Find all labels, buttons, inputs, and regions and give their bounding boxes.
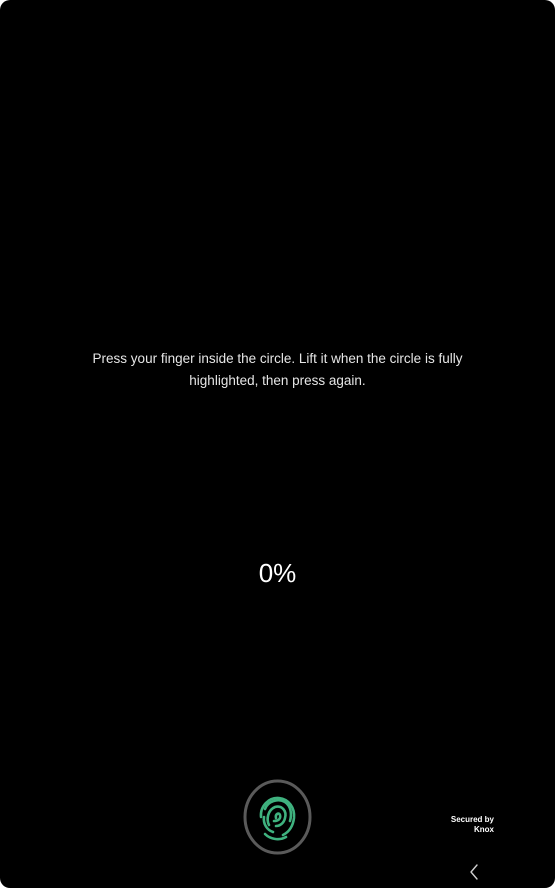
knox-text: Knox xyxy=(474,825,494,834)
back-button[interactable] xyxy=(462,860,486,884)
secured-by-knox-label: Secured by Knox xyxy=(430,815,494,835)
fingerprint-sensor-button[interactable] xyxy=(243,779,312,855)
chevron-left-icon xyxy=(470,864,478,880)
fingerprint-registration-screen: Press your finger inside the circle. Lif… xyxy=(0,0,555,888)
fingerprint-icon xyxy=(243,779,312,855)
secured-by-text: Secured by xyxy=(450,815,494,824)
instruction-text: Press your finger inside the circle. Lif… xyxy=(92,351,463,388)
progress-percentage: 0% xyxy=(258,558,297,588)
